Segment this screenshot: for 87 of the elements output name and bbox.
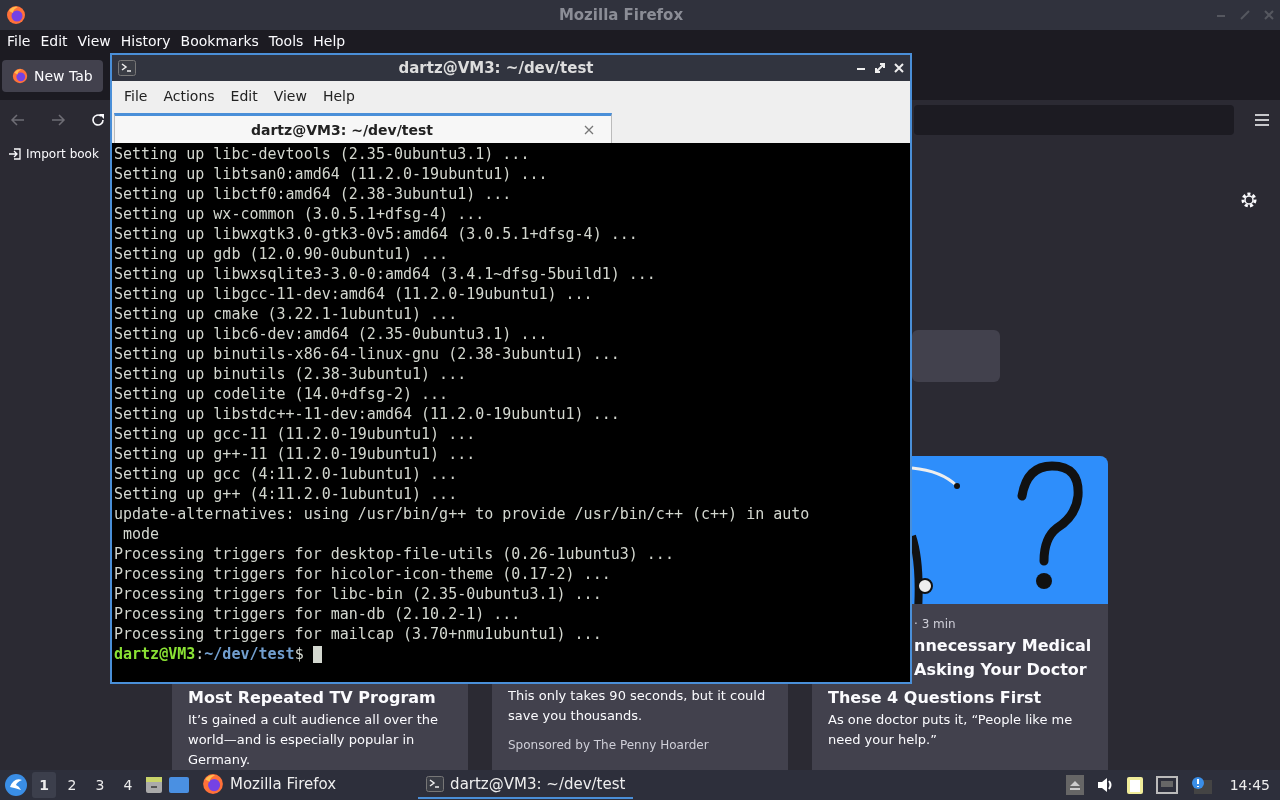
reload-icon[interactable] <box>90 112 106 128</box>
terminal-icon <box>118 60 136 76</box>
network-icon[interactable] <box>1155 776 1178 794</box>
clipboard-icon[interactable] <box>1125 775 1144 795</box>
search-field[interactable] <box>912 330 1000 382</box>
terminal-icon <box>426 776 445 792</box>
terminal-line: Processing triggers for desktop-file-utils (0.26-1ubuntu3) ... <box>114 544 674 564</box>
terminal-line: Setting up libtsan0:amd64 (11.2.0-19ubuntu1) ... <box>114 164 548 184</box>
import-icon <box>8 147 22 161</box>
terminal-line: Setting up libwxgtk3.0-gtk3-0v5:amd64 (3.0.5.1+dfsg-4) ... <box>114 224 638 244</box>
terminal-line: update-alternatives: using /usr/bin/g++ to provide /usr/bin/c++ (c++) in auto <box>114 504 810 524</box>
terminal-line: Setting up libc6-dev:amd64 (2.35-0ubuntu3.1) ... <box>114 324 548 344</box>
workspace-button[interactable]: 4 <box>116 772 140 798</box>
terminal-line: Setting up gcc-11 (11.2.0-19ubuntu1) ... <box>114 424 476 444</box>
terminal-line: mode <box>122 524 160 544</box>
card-title: Most Repeated TV Program <box>188 687 437 709</box>
firefox-icon <box>12 68 28 84</box>
terminal-line: Processing triggers for libc-bin (2.35-0ubuntu3.1) ... <box>114 584 602 604</box>
menu-item[interactable]: Edit <box>222 88 266 104</box>
card-title: These 4 Questions First <box>828 687 1043 709</box>
reading-time: · 3 min <box>914 616 957 633</box>
menu-item[interactable]: Help <box>308 33 351 49</box>
start-menu-icon[interactable] <box>4 773 28 797</box>
card-description: It’s gained a cult audience all over the world—and is especially popular in Germany. <box>188 711 440 769</box>
menu-item[interactable]: Help <box>314 88 363 104</box>
terminal-line: Setting up gcc (4:11.2.0-1ubuntu1) ... <box>114 464 458 484</box>
card-title: nnecessary Medical <box>914 635 1093 657</box>
bookmark-item[interactable]: Import book <box>26 147 99 161</box>
window-title: dartz@VM3: ~/dev/test <box>397 59 595 77</box>
terminal-line: Processing triggers for hicolor-icon-theme (0.17-2) ... <box>114 564 611 584</box>
clock: 14:45 <box>1228 777 1271 793</box>
story-card[interactable]: Most Repeated TV Program It’s gained a cult audience all over the world—and is especially popular in Germany. <box>172 684 468 770</box>
terminal-line: Processing triggers for mailcap (3.70+nmu1ubuntu1) ... <box>114 624 602 644</box>
taskbar-task[interactable]: Mozilla Firefox <box>194 771 345 799</box>
menu-item[interactable]: File <box>2 33 36 49</box>
file-cabinet-icon[interactable] <box>144 775 164 795</box>
menu-item[interactable]: History <box>115 33 176 49</box>
card-background[interactable]: These 4 Questions First As one doctor puts it, “People like me need your help.” <box>812 684 1108 770</box>
window-title: Mozilla Firefox <box>557 6 685 24</box>
back-icon[interactable] <box>10 112 26 128</box>
menu-item[interactable]: View <box>265 88 315 104</box>
volume-icon[interactable] <box>1095 776 1114 794</box>
notification-icon[interactable] <box>1189 776 1212 794</box>
story-card[interactable]: · 3 min nnecessary Medical Asking Your Doctor <box>912 456 1108 684</box>
workspace-button[interactable]: 3 <box>88 772 112 798</box>
terminal-line: Setting up libgcc-11-dev:amd64 (11.2.0-19ubuntu1) ... <box>114 284 593 304</box>
menu-item[interactable]: Actions <box>155 88 223 104</box>
menu-item[interactable]: Tools <box>263 33 309 49</box>
terminal-line: Setting up gdb (12.0.90-0ubuntu1) ... <box>114 244 449 264</box>
terminal-line: Setting up libwxsqlite3-3.0-0:amd64 (3.4.1~dfsg-5build1) ... <box>114 264 656 284</box>
card-description: This only takes 90 seconds, but it could save you thousands. <box>508 687 767 725</box>
firefox-icon <box>202 773 224 795</box>
browser-tab[interactable]: New Tab <box>2 60 103 92</box>
menu-item[interactable]: View <box>72 33 116 49</box>
prompt-symbol: $ <box>294 644 304 664</box>
menu-item[interactable]: Edit <box>35 33 73 49</box>
terminal-line: Setting up libctf0:amd64 (2.38-3ubuntu1) ... <box>114 184 512 204</box>
workspace-button[interactable]: 2 <box>60 772 84 798</box>
text-cursor <box>312 645 322 663</box>
terminal-line: Setting up libstdc++-11-dev:amd64 (11.2.0-19ubuntu1) ... <box>114 404 620 424</box>
settings-icon[interactable] <box>1240 191 1258 209</box>
prompt-user: dartz@VM3 <box>114 644 196 664</box>
terminal-line: Setting up g++ (4:11.2.0-1ubuntu1) ... <box>114 484 458 504</box>
window-icon[interactable] <box>168 775 190 795</box>
sponsor-label: Sponsored by The Penny Hoarder <box>508 738 710 752</box>
menu-item[interactable]: File <box>116 88 156 104</box>
terminal-line: Processing triggers for man-db (2.10.2-1) ... <box>114 604 521 624</box>
terminal-line: Setting up binutils-x86-64-linux-gnu (2.38-3ubuntu1) ... <box>114 344 620 364</box>
card-description: As one doctor puts it, “People like me need your help.” <box>828 711 1074 749</box>
terminal-line: Setting up libc-devtools (2.35-0ubuntu3.1) ... <box>114 144 530 164</box>
terminal-line: Setting up binutils (2.38-3ubuntu1) ... <box>114 364 467 384</box>
terminal-line: Setting up cmake (3.22.1-1ubuntu1) ... <box>114 304 458 324</box>
menu-item[interactable]: Bookmarks <box>175 33 264 49</box>
forward-icon[interactable] <box>50 112 66 128</box>
terminal-line: Setting up wx-common (3.0.5.1+dfsg-4) ... <box>114 204 485 224</box>
terminal-line: Setting up g++-11 (11.2.0-19ubuntu1) ... <box>114 444 476 464</box>
prompt-separator: : <box>195 644 205 664</box>
firefox-icon <box>6 5 26 25</box>
terminal-tab[interactable]: dartz@VM3: ~/dev/test <box>114 113 612 143</box>
card-title: Asking Your Doctor <box>914 659 1088 681</box>
workspace-button[interactable]: 1 <box>32 772 56 798</box>
taskbar-task[interactable]: dartz@VM3: ~/dev/test <box>418 771 634 799</box>
terminal-line: Setting up codelite (14.0+dfsg-2) ... <box>114 384 449 404</box>
prompt-path: ~/dev/test <box>204 644 295 664</box>
menu-icon[interactable] <box>1254 113 1270 127</box>
story-card[interactable]: This only takes 90 seconds, but it could save you thousands. Sponsored by The Penny Hoarder <box>492 684 788 770</box>
eject-icon[interactable] <box>1065 775 1084 795</box>
